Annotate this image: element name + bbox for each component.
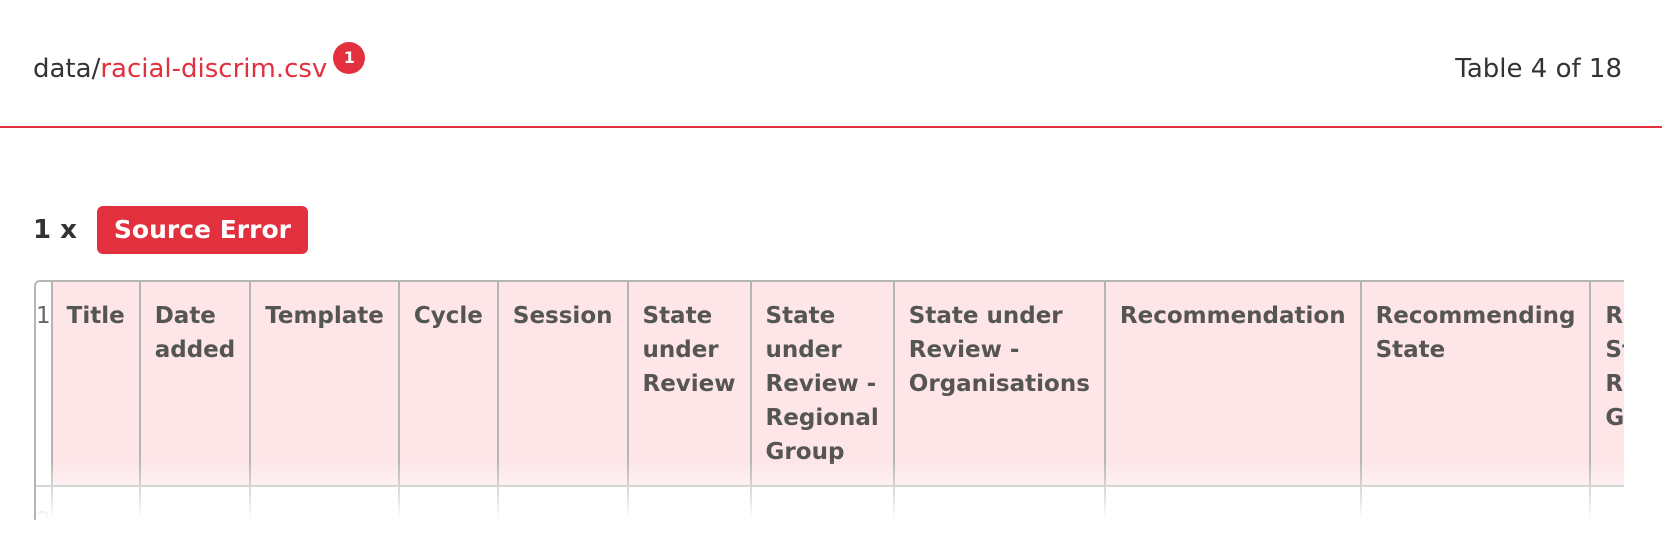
column-header: Recommending State - Regional Group [1590, 282, 1624, 487]
error-table: 1 Title Date added Template Cycle Sessio… [36, 282, 1624, 520]
error-table-preview: 1 Title Date added Template Cycle Sessio… [34, 280, 1624, 520]
column-header: Session [497, 282, 629, 487]
table-cell [1360, 486, 1592, 520]
column-header: State under Review - Organisations [893, 282, 1106, 487]
row-number: 1 [36, 282, 53, 487]
column-header: Recommending State [1360, 282, 1592, 487]
file-path: data/racial-discrim.csv 1 [33, 42, 366, 88]
file-path-prefix: data/ [33, 54, 101, 84]
table-cell [398, 486, 499, 520]
column-header: Template [250, 282, 400, 487]
row-number: 2 [36, 486, 53, 520]
error-count-label: 1 x [33, 215, 77, 245]
file-error-count-badge: 1 [333, 42, 366, 74]
table-cell [497, 486, 629, 520]
table-cell [750, 486, 895, 520]
table-counter: Table 4 of 18 [1455, 54, 1622, 84]
column-header: State under Review - Regional Group [750, 282, 895, 487]
table-cell [1104, 486, 1362, 520]
table-cell [51, 486, 141, 520]
table-cell [139, 486, 252, 520]
column-header: Date added [139, 282, 252, 487]
column-header: State under Review [627, 282, 752, 487]
report-header: data/racial-discrim.csv 1 Table 4 of 18 [0, 0, 1662, 128]
table-cell [893, 486, 1106, 520]
table-row: 2 [36, 486, 1624, 520]
error-summary: 1 x Source Error [33, 206, 308, 254]
header-row: 1 Title Date added Template Cycle Sessio… [36, 282, 1624, 487]
source-error-badge[interactable]: Source Error [96, 206, 308, 254]
file-name-link[interactable]: racial-discrim.csv [100, 54, 327, 84]
table-cell [250, 486, 400, 520]
column-header: Recommendation [1104, 282, 1362, 487]
column-header: Cycle [398, 282, 499, 487]
table-cell [627, 486, 752, 520]
column-header: Title [51, 282, 141, 487]
table-cell [1590, 486, 1624, 520]
